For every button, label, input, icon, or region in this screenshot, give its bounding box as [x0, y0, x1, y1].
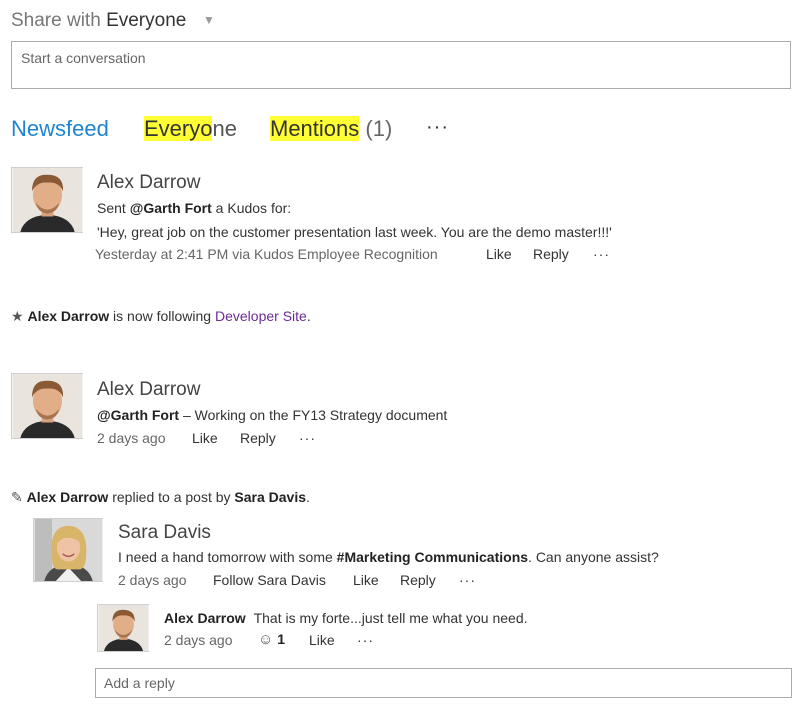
tab-everyone[interactable]: Everyone — [144, 116, 237, 142]
person-photo-icon — [98, 605, 149, 651]
search-highlight: Everyo — [144, 116, 213, 141]
like-button[interactable]: Like — [486, 246, 512, 262]
post-body: @Garth Fort – Working on the FY13 Strate… — [97, 407, 447, 423]
person-photo-icon — [12, 168, 83, 232]
post-body: Sent @Garth Fort a Kudos for: — [97, 200, 291, 216]
mention-link[interactable]: @Garth Fort — [97, 407, 179, 423]
activity-following: ★ Alex Darrow is now following Developer… — [11, 308, 311, 325]
hashtag-link[interactable]: #Marketing Communications — [337, 549, 528, 565]
activity-actor[interactable]: Alex Darrow — [27, 308, 109, 324]
smiley-icon: ☺ — [258, 631, 274, 648]
activity-replied: ✎ Alex Darrow replied to a post by Sara … — [11, 489, 310, 506]
share-audience: Everyone — [106, 10, 187, 31]
activity-target[interactable]: Sara Davis — [234, 489, 306, 505]
avatar[interactable] — [11, 373, 83, 439]
add-reply-input[interactable]: Add a reply — [95, 668, 792, 698]
activity-punct: . — [306, 308, 311, 324]
activity-text: replied to a post by — [108, 489, 235, 505]
star-icon: ★ — [11, 308, 24, 324]
more-actions-button[interactable]: ··· — [459, 572, 476, 588]
follow-user-button[interactable]: Follow Sara Davis — [213, 572, 326, 588]
tabs-more-button[interactable]: ··· — [426, 116, 449, 139]
post-timestamp[interactable]: Yesterday at 2:41 PM via Kudos Employee … — [95, 246, 438, 262]
post-text: Sent — [97, 200, 130, 216]
reply-text: That is my forte...just tell me what you… — [253, 610, 528, 626]
more-actions-button[interactable]: ··· — [593, 246, 610, 262]
pencil-icon: ✎ — [11, 489, 23, 505]
developer-site-link[interactable]: Developer Site — [215, 308, 307, 324]
post-author[interactable]: Alex Darrow — [97, 172, 200, 194]
add-reply-placeholder: Add a reply — [104, 675, 175, 691]
like-count-value: 1 — [277, 631, 286, 647]
conversation-input[interactable]: Start a conversation — [11, 41, 791, 89]
like-button[interactable]: Like — [309, 632, 335, 648]
reply-author[interactable]: Alex Darrow — [164, 610, 246, 626]
post-author[interactable]: Alex Darrow — [97, 379, 200, 401]
reply-button[interactable]: Reply — [533, 246, 569, 262]
avatar[interactable] — [11, 167, 83, 233]
avatar[interactable] — [33, 518, 103, 582]
post-timestamp[interactable]: 2 days ago — [97, 430, 166, 446]
share-with-selector[interactable]: Share with Everyone — [11, 10, 186, 32]
conversation-placeholder: Start a conversation — [21, 50, 146, 66]
chevron-down-icon[interactable]: ▼ — [203, 13, 215, 27]
activity-actor[interactable]: Alex Darrow — [27, 489, 109, 505]
post-timestamp[interactable]: 2 days ago — [118, 572, 187, 588]
avatar[interactable] — [97, 604, 149, 652]
share-with-label: Share with — [11, 10, 101, 31]
reply-button[interactable]: Reply — [400, 572, 436, 588]
tab-newsfeed[interactable]: Newsfeed — [11, 116, 109, 142]
post-author[interactable]: Sara Davis — [118, 522, 211, 544]
post-text: . Can anyone assist? — [528, 549, 659, 565]
person-photo-icon — [34, 519, 103, 581]
like-button[interactable]: Like — [353, 572, 379, 588]
more-actions-button[interactable]: ··· — [299, 430, 316, 446]
like-count[interactable]: ☺ 1 — [258, 631, 285, 648]
activity-text: is now following — [109, 308, 215, 324]
reply-body: Alex Darrow That is my forte...just tell… — [164, 610, 528, 626]
more-actions-button[interactable]: ··· — [357, 632, 374, 648]
post-text: a Kudos for: — [211, 200, 292, 216]
tab-everyone-rest: ne — [212, 116, 237, 141]
reply-timestamp[interactable]: 2 days ago — [164, 632, 233, 648]
mentions-count: (1) — [359, 116, 393, 141]
post-text: – Working on the FY13 Strategy document — [179, 407, 448, 423]
post-text: I need a hand tomorrow with some — [118, 549, 337, 565]
like-button[interactable]: Like — [192, 430, 218, 446]
tab-mentions[interactable]: Mentions (1) — [270, 116, 392, 142]
post-body: I need a hand tomorrow with some #Market… — [118, 549, 659, 565]
post-quote: 'Hey, great job on the customer presenta… — [97, 224, 612, 240]
search-highlight: Mentions — [270, 116, 360, 141]
mention-link[interactable]: @Garth Fort — [130, 200, 212, 216]
activity-punct: . — [306, 489, 310, 505]
person-photo-icon — [12, 374, 83, 438]
reply-button[interactable]: Reply — [240, 430, 276, 446]
